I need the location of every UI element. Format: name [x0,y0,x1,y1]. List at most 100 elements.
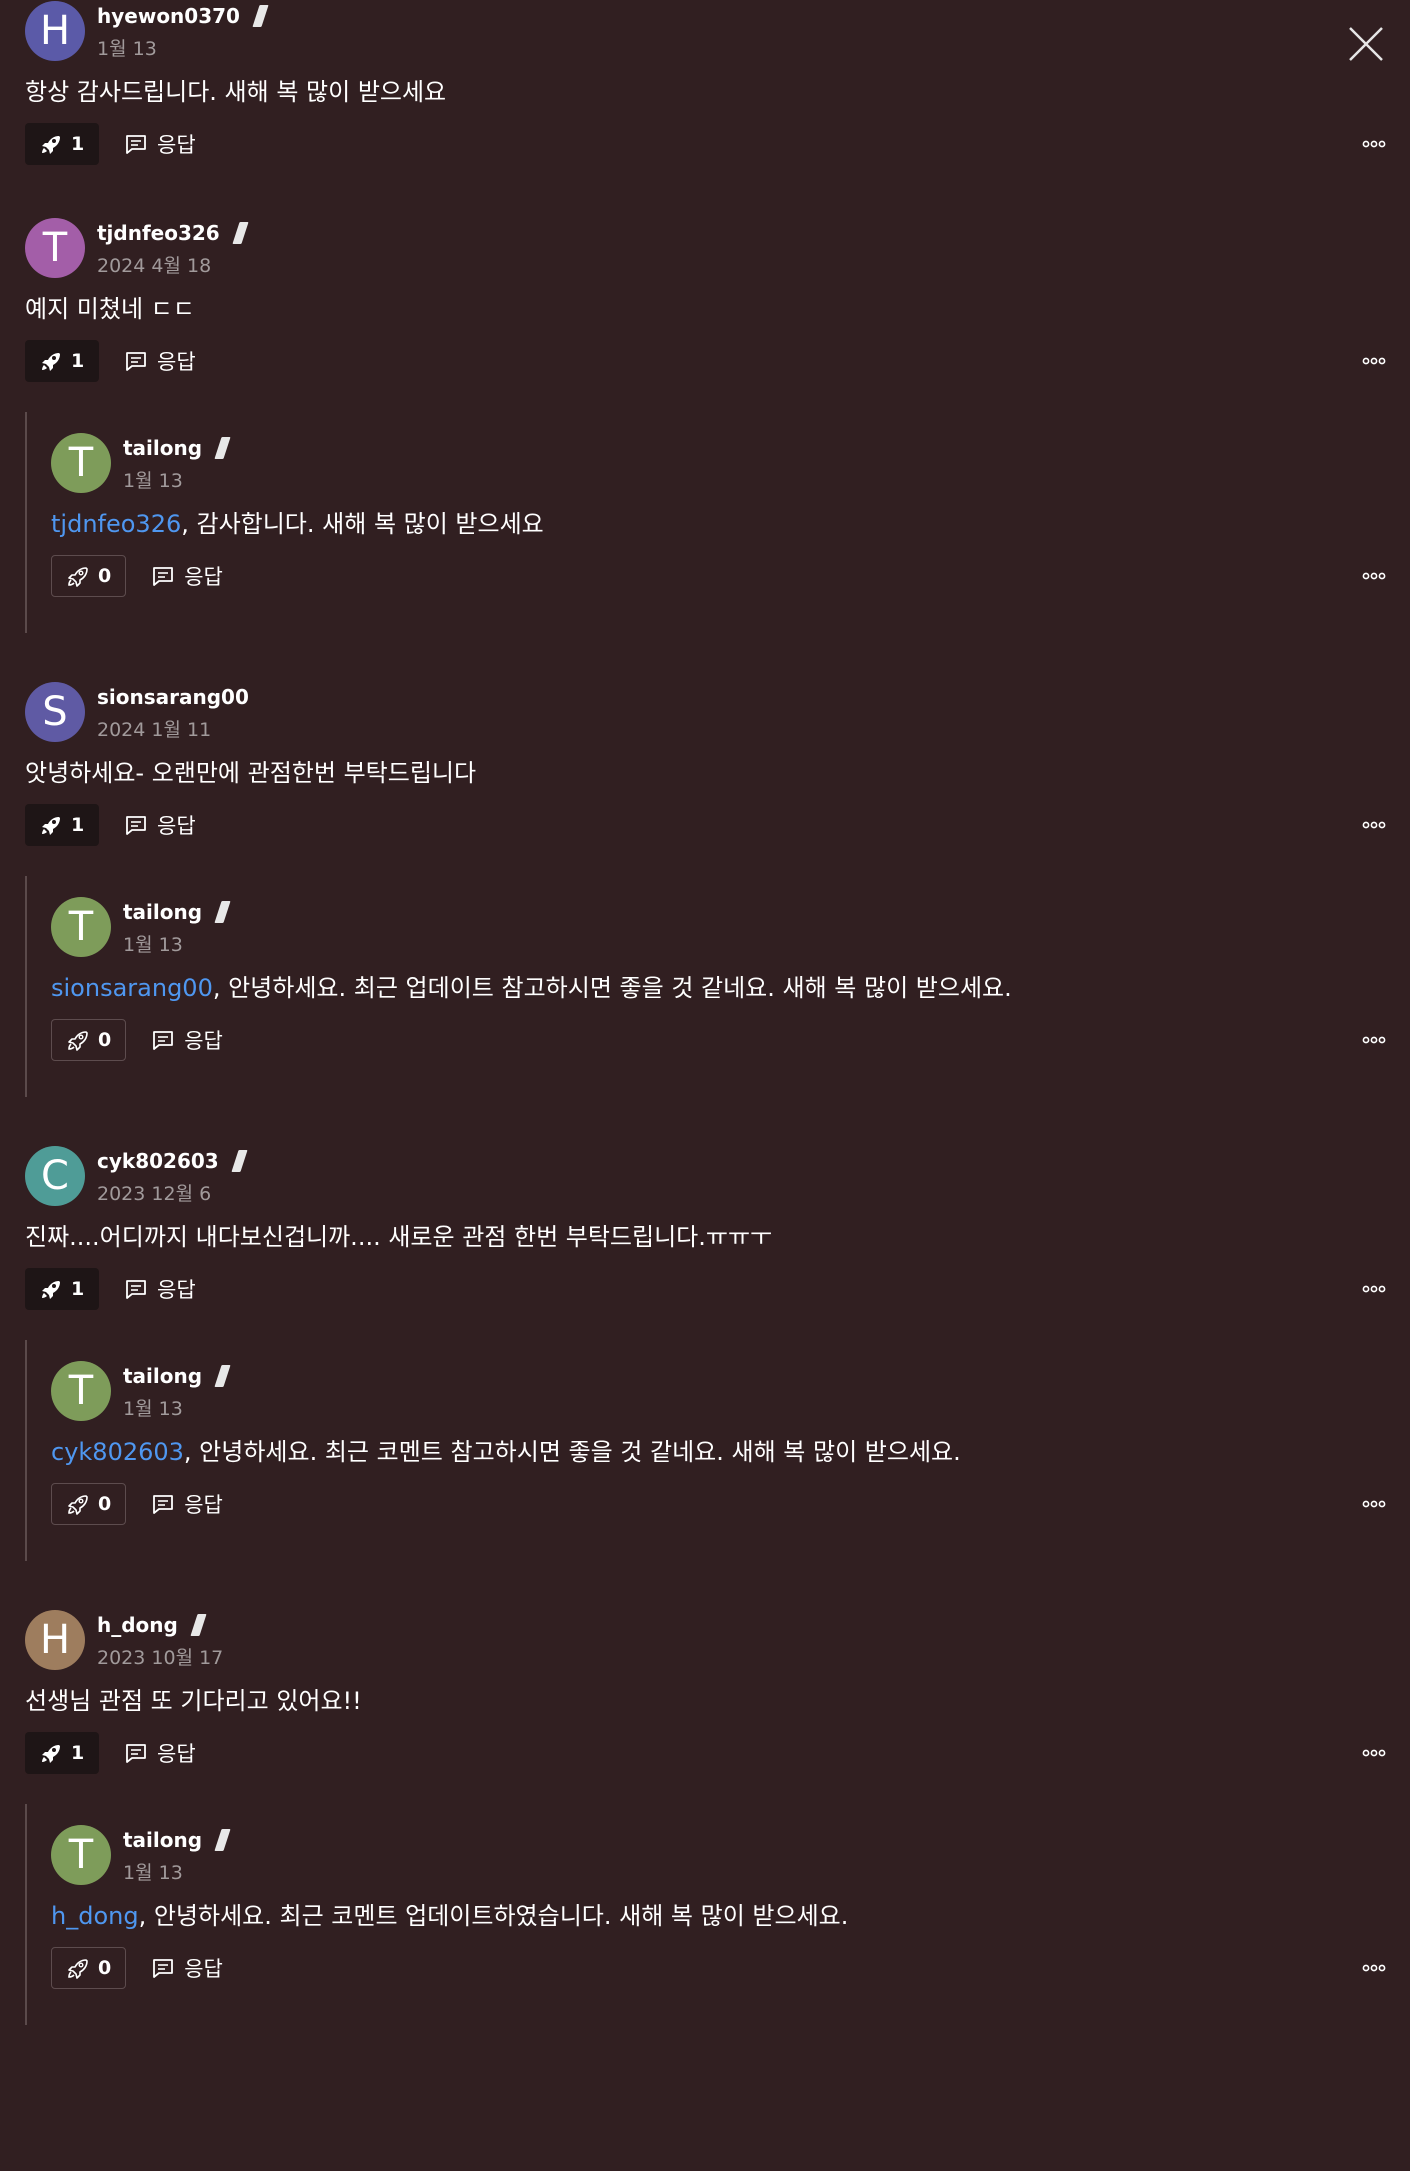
chat-icon [152,565,184,587]
mention-link[interactable]: tjdnfeo326 [51,510,181,538]
rocket-icon [39,1741,71,1765]
boost-count: 0 [98,565,112,587]
reply-label: 응답 [184,1493,223,1517]
avatar[interactable]: T [51,1825,111,1885]
comment-body: 예지 미쳤네 ㄷㄷ [25,295,195,323]
comment-header: T tailong 1월 13 [51,1360,1390,1424]
reply-label: 응답 [184,1957,223,1981]
comment-body: , 안녕하세요. 최근 코멘트 업데이트하였습니다. 새해 복 많이 받으세요. [138,1902,849,1930]
comment-actions: 1 응답 [25,1268,1390,1310]
boost-button[interactable]: 1 [25,804,99,846]
boost-button[interactable]: 0 [51,555,127,597]
more-options-button[interactable] [1361,1027,1387,1053]
chat-icon [125,350,157,372]
name-row: sionsarang00 [97,684,249,710]
reply-button[interactable]: 응답 [152,1489,223,1519]
comment-meta: tailong 1월 13 [123,896,231,957]
user-badge-icon [190,1614,207,1636]
comment-header: T tailong 1월 13 [51,896,1390,960]
comment: C cyk802603 2023 12월 6 진짜....어디까지 내다보신겁니… [25,1145,1390,1310]
username[interactable]: hyewon0370 [97,4,240,28]
avatar[interactable]: T [25,218,85,278]
more-icon [1361,812,1387,838]
comment: H h_dong 2023 10월 17 선생님 관점 또 기다리고 있어요!!… [25,1609,1390,1774]
reply-button[interactable]: 응답 [125,129,196,159]
comment-body: , 감사합니다. 새해 복 많이 받으세요 [181,510,544,538]
avatar[interactable]: C [25,1146,85,1206]
more-options-button[interactable] [1361,563,1387,589]
boost-button[interactable]: 1 [25,1732,99,1774]
mention-link[interactable]: cyk802603 [51,1438,184,1466]
chat-icon [125,133,157,155]
comment-thread: H hyewon0370 1월 13 항상 감사드립니다. 새해 복 많이 받으… [25,0,1390,165]
name-row: h_dong [97,1612,223,1638]
boost-count: 0 [98,1029,112,1051]
reply-button[interactable]: 응답 [152,561,223,591]
comment-date: 1월 13 [123,934,183,956]
boost-button[interactable]: 1 [25,1268,99,1310]
boost-button[interactable]: 1 [25,340,99,382]
comment-text: 예지 미쳤네 ㄷㄷ [25,292,1390,326]
comment-body: 선생님 관점 또 기다리고 있어요!! [25,1687,362,1715]
comment-body: 항상 감사드립니다. 새해 복 많이 받으세요 [25,78,447,106]
comment-meta: tjdnfeo326 2024 4월 18 [97,217,249,278]
avatar[interactable]: S [25,682,85,742]
chat-icon [125,814,157,836]
more-icon [1361,1276,1387,1302]
username[interactable]: tailong [123,436,202,460]
more-options-button[interactable] [1361,131,1387,157]
avatar[interactable]: T [51,433,111,493]
comment-text: 앗녕하세요- 오랜만에 관점한번 부탁드립니다 [25,756,1390,790]
chat-icon [125,1278,157,1300]
comment-date: 2023 12월 6 [97,1183,212,1205]
more-icon [1361,1740,1387,1766]
username[interactable]: sionsarang00 [97,685,249,709]
more-options-button[interactable] [1361,1955,1387,1981]
more-options-button[interactable] [1361,348,1387,374]
comment-header: T tailong 1월 13 [51,1824,1390,1888]
reply-thread: T tailong 1월 13 cyk802603, 안녕하세요. 최근 코멘트… [25,1340,1390,1561]
mention-link[interactable]: h_dong [51,1902,139,1930]
username[interactable]: h_dong [97,1613,178,1637]
comment-thread-list: H hyewon0370 1월 13 항상 감사드립니다. 새해 복 많이 받으… [25,0,1390,2073]
mention-link[interactable]: sionsarang00 [51,974,213,1002]
more-icon [1361,131,1387,157]
reply-button[interactable]: 응답 [125,1274,196,1304]
comment-text: sionsarang00, 안녕하세요. 최근 업데이트 참고하시면 좋을 것 … [51,971,1390,1005]
reply-thread: T tailong 1월 13 h_dong, 안녕하세요. 최근 코멘트 업데… [25,1804,1390,2025]
username[interactable]: tjdnfeo326 [97,221,220,245]
more-options-button[interactable] [1361,812,1387,838]
reply-button[interactable]: 응답 [152,1025,223,1055]
comment-body: 진짜....어디까지 내다보신겁니까.... 새로운 관점 한번 부탁드립니다.… [25,1223,773,1251]
comment: T tailong 1월 13 sionsarang00, 안녕하세요. 최근 … [51,896,1390,1061]
name-row: cyk802603 [97,1148,248,1174]
comment-body: , 안녕하세요. 최근 업데이트 참고하시면 좋을 것 같네요. 새해 복 많이… [212,974,1012,1002]
boost-button[interactable]: 1 [25,123,99,165]
reply-button[interactable]: 응답 [125,810,196,840]
comment-meta: h_dong 2023 10월 17 [97,1609,223,1670]
reply-button[interactable]: 응답 [152,1953,223,1983]
reply-button[interactable]: 응답 [125,346,196,376]
comment-actions: 0 응답 [51,1019,1390,1061]
name-row: hyewon0370 [97,3,269,29]
more-options-button[interactable] [1361,1740,1387,1766]
reply-button[interactable]: 응답 [125,1738,196,1768]
comment-actions: 0 응답 [51,555,1390,597]
avatar[interactable]: T [51,1361,111,1421]
more-options-button[interactable] [1361,1276,1387,1302]
username[interactable]: cyk802603 [97,1149,219,1173]
boost-button[interactable]: 0 [51,1019,127,1061]
avatar[interactable]: H [25,1,85,61]
boost-button[interactable]: 0 [51,1483,127,1525]
comment-body: , 안녕하세요. 최근 코멘트 참고하시면 좋을 것 같네요. 새해 복 많이 … [183,1438,961,1466]
username[interactable]: tailong [123,1828,202,1852]
avatar[interactable]: T [51,897,111,957]
username[interactable]: tailong [123,900,202,924]
avatar[interactable]: H [25,1610,85,1670]
username[interactable]: tailong [123,1364,202,1388]
comment-header: T tailong 1월 13 [51,432,1390,496]
comment-header: T tjdnfeo326 2024 4월 18 [25,217,1390,281]
boost-button[interactable]: 0 [51,1947,127,1989]
comment: T tjdnfeo326 2024 4월 18 예지 미쳤네 ㄷㄷ 1 응답 [25,217,1390,382]
more-options-button[interactable] [1361,1491,1387,1517]
